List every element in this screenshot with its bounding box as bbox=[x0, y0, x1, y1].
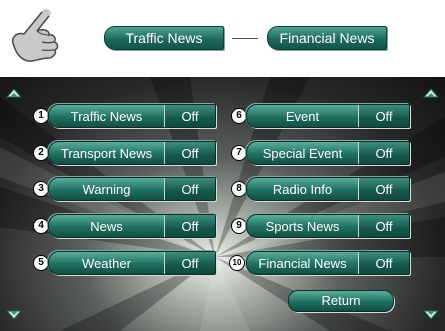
scroll-down-arrow-icon[interactable] bbox=[422, 303, 440, 321]
pointing-hand-icon bbox=[12, 8, 59, 62]
callout-number: 8 bbox=[231, 181, 247, 197]
row-value: Off bbox=[358, 105, 409, 127]
special-event-row[interactable]: Special Event Off bbox=[246, 141, 410, 165]
callout-number: 6 bbox=[231, 108, 247, 124]
row-value: Off bbox=[358, 142, 409, 164]
row-label: Financial News bbox=[258, 255, 347, 271]
row-label: Special Event bbox=[262, 145, 343, 161]
callout-number: 9 bbox=[231, 218, 247, 234]
row-value: Off bbox=[164, 142, 215, 164]
transport-news-row[interactable]: Transport News Off bbox=[48, 141, 216, 165]
scroll-down-arrow-icon[interactable] bbox=[5, 303, 23, 321]
event-row[interactable]: Event Off bbox=[246, 104, 410, 128]
row-label: News bbox=[90, 218, 123, 234]
weather-row[interactable]: Weather Off bbox=[48, 251, 216, 275]
radio-info-row[interactable]: Radio Info Off bbox=[246, 177, 410, 201]
row-value: Off bbox=[358, 252, 409, 274]
callout-number: 7 bbox=[231, 145, 247, 161]
traffic-news-callout: Traffic News bbox=[104, 26, 224, 50]
callout-connector bbox=[232, 38, 258, 39]
row-label: Traffic News bbox=[70, 108, 143, 124]
row-value: Off bbox=[164, 178, 215, 200]
traffic-news-row[interactable]: Traffic News Off bbox=[48, 104, 216, 128]
callout-number: 10 bbox=[229, 255, 245, 271]
row-value: Off bbox=[358, 215, 409, 237]
warning-row[interactable]: Warning Off bbox=[48, 177, 216, 201]
news-row[interactable]: News Off bbox=[48, 214, 216, 238]
callout-number: 5 bbox=[33, 255, 49, 271]
row-value: Off bbox=[164, 215, 215, 237]
row-value: Off bbox=[164, 252, 215, 274]
sports-news-row[interactable]: Sports News Off bbox=[246, 214, 410, 238]
callout-number: 1 bbox=[33, 108, 49, 124]
financial-news-row[interactable]: Financial News Off bbox=[246, 251, 410, 275]
row-label: Radio Info bbox=[272, 181, 333, 197]
callout-number: 2 bbox=[33, 145, 49, 161]
row-value: Off bbox=[164, 105, 215, 127]
row-label: Event bbox=[285, 108, 320, 124]
row-label: Transport News bbox=[60, 145, 153, 161]
scroll-up-arrow-icon[interactable] bbox=[422, 87, 440, 105]
row-label: Sports News bbox=[265, 218, 340, 234]
callout-number: 3 bbox=[33, 181, 49, 197]
callout-number: 4 bbox=[33, 218, 49, 234]
row-label: Weather bbox=[82, 255, 131, 271]
scroll-up-arrow-icon[interactable] bbox=[5, 87, 23, 105]
return-button[interactable]: Return bbox=[288, 290, 394, 312]
financial-news-callout: Financial News bbox=[267, 26, 387, 50]
row-label: Warning bbox=[82, 181, 131, 197]
row-value: Off bbox=[358, 178, 409, 200]
